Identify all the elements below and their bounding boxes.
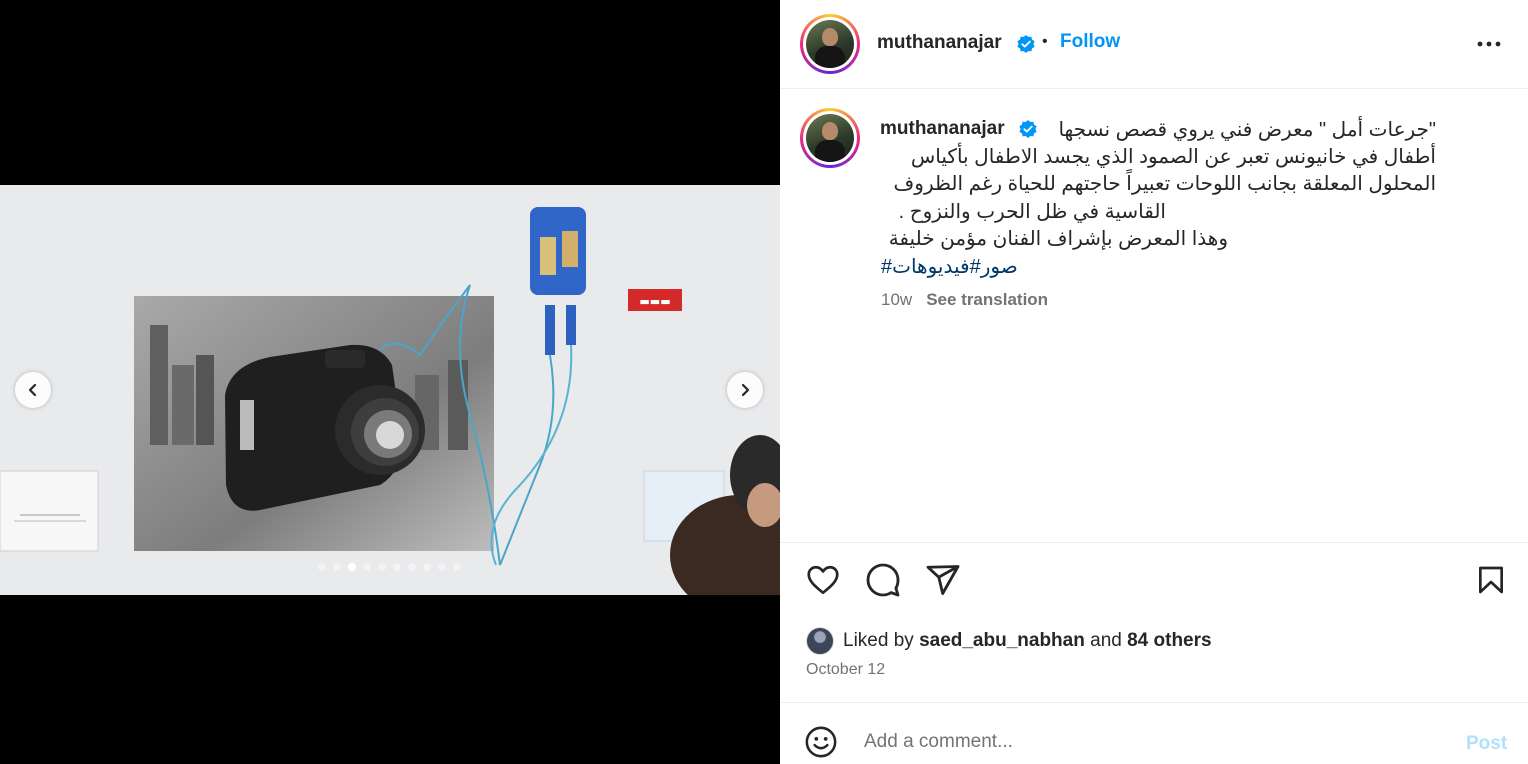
likes-others-link[interactable]: 84 others — [1127, 630, 1211, 652]
caption-avatar[interactable] — [800, 108, 860, 168]
carousel-dot — [423, 563, 431, 571]
likes-prefix: Liked by — [843, 630, 914, 651]
follow-button[interactable]: Follow — [1060, 31, 1120, 53]
carousel-dot — [363, 563, 371, 571]
liker-username[interactable]: saed_abu_nabhan — [919, 630, 1085, 652]
post-comment-button[interactable]: Post — [1466, 733, 1507, 755]
comment-input[interactable] — [864, 731, 1424, 753]
save-bookmark-icon[interactable] — [1475, 562, 1507, 598]
carousel-dot — [333, 563, 341, 571]
caption-meta: 10w See translation — [881, 290, 1048, 310]
carousel-next-button[interactable] — [727, 372, 763, 408]
carousel-prev-button[interactable] — [15, 372, 51, 408]
caption-line-5: وهذا المعرض بإشراف الفنان مؤمن خليفة — [888, 228, 1228, 250]
comment-bar: Post — [780, 702, 1528, 764]
carousel-dot — [348, 563, 356, 571]
see-translation-link[interactable]: See translation — [926, 290, 1048, 309]
header-username[interactable]: muthananajar — [877, 32, 1002, 54]
caption-verified-badge-icon — [1019, 120, 1037, 138]
artwork-illustration: ▬▬▬ — [0, 185, 780, 595]
carousel-dot — [378, 563, 386, 571]
carousel-dot — [393, 563, 401, 571]
emoji-icon[interactable] — [804, 725, 838, 759]
post-side-panel: muthananajar • Follow muthananajar "جرعا… — [780, 0, 1528, 764]
post-header: muthananajar • Follow — [780, 0, 1528, 89]
caption-username[interactable]: muthananajar — [880, 118, 1005, 140]
likes-and: and — [1090, 630, 1122, 651]
avatar[interactable] — [800, 14, 860, 74]
caption-line-2: أطفال في خانيونس تعبر عن الصمود الذي يجس… — [910, 146, 1436, 168]
chevron-left-icon — [28, 383, 37, 397]
action-bar — [780, 562, 1528, 604]
post-age[interactable]: 10w — [881, 290, 912, 309]
caption-line-3: المحلول المعلقة بجانب اللوحات تعبيراً حا… — [893, 173, 1436, 195]
hashtag-link[interactable]: #فيديوهات — [892, 256, 981, 278]
more-options-icon[interactable] — [1476, 32, 1502, 56]
share-send-icon[interactable] — [925, 562, 961, 598]
caption-line-4: القاسية في ظل الحرب والنزوح . — [898, 201, 1166, 223]
media-pane: ▬▬▬ — [0, 0, 780, 764]
carousel-dots — [318, 563, 461, 571]
svg-text:▬▬▬: ▬▬▬ — [639, 295, 670, 308]
carousel-dot — [453, 563, 461, 571]
separator-dot: • — [1042, 33, 1048, 50]
likes-summary: Liked by saed_abu_nabhan and 84 others — [806, 626, 1212, 656]
verified-badge-icon — [1017, 35, 1035, 53]
caption-hashtags: #صور#فيديوهات — [881, 254, 1018, 279]
post-photo[interactable]: ▬▬▬ — [0, 185, 780, 595]
carousel-dot — [408, 563, 416, 571]
chevron-right-icon — [741, 383, 750, 397]
carousel-dot — [318, 563, 326, 571]
liker-avatar[interactable] — [806, 627, 834, 655]
post-date[interactable]: October 12 — [806, 661, 885, 679]
caption-line-1: "جرعات أمل " معرض فني يروي قصص نسجها — [1058, 119, 1436, 141]
carousel-dot — [438, 563, 446, 571]
comment-bubble-icon[interactable] — [865, 562, 901, 598]
like-heart-icon[interactable] — [805, 562, 841, 598]
